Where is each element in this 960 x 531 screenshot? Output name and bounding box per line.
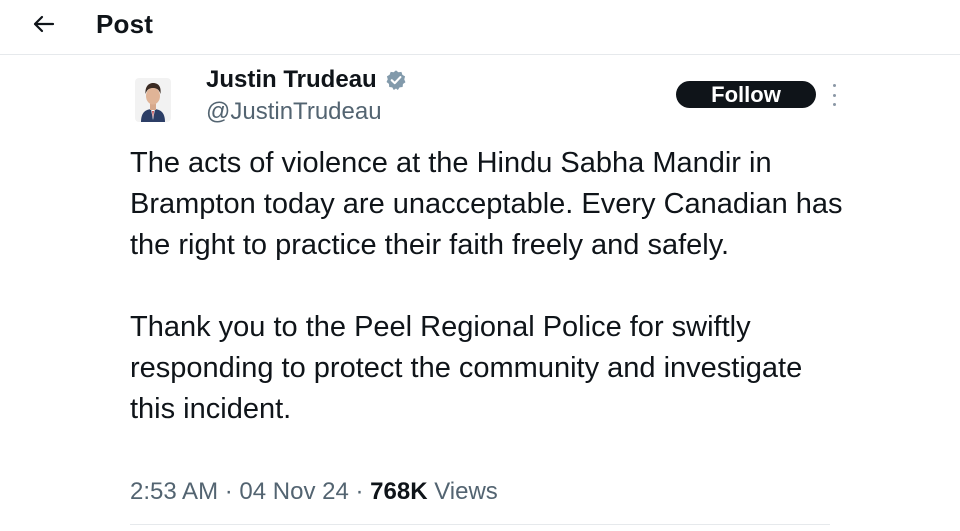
arrow-left-icon — [33, 15, 55, 33]
back-button[interactable] — [26, 6, 62, 42]
meta-separator: · — [224, 478, 233, 505]
tweet-text: The acts of violence at the Hindu Sabha … — [130, 143, 850, 430]
tweet-paragraph: Thank you to the Peel Regional Police fo… — [130, 311, 803, 425]
views-count[interactable]: 768K — [370, 478, 427, 505]
top-bar: Post — [0, 0, 960, 55]
author-name[interactable]: Justin Trudeau — [206, 66, 407, 94]
meta-separator: · — [355, 478, 364, 505]
divider — [130, 524, 830, 525]
author-handle[interactable]: @JustinTrudeau — [206, 98, 382, 126]
tweet-meta: 2:53 AM · 04 Nov 24 · 768K Views — [130, 478, 498, 506]
post-page: Post Justin Trudeau @JustinTrudeau Follo… — [0, 0, 960, 531]
tweet-date[interactable]: 04 Nov 24 — [239, 478, 348, 505]
views-label[interactable]: Views — [434, 478, 498, 505]
verified-badge-icon — [386, 70, 406, 90]
author-name-text: Justin Trudeau — [206, 66, 377, 93]
tweet-paragraph: The acts of violence at the Hindu Sabha … — [130, 147, 843, 261]
follow-button[interactable]: Follow — [676, 81, 816, 108]
tweet-time[interactable]: 2:53 AM — [130, 478, 218, 505]
more-vertical-icon[interactable] — [828, 84, 840, 106]
page-title: Post — [96, 9, 154, 39]
avatar[interactable] — [135, 78, 171, 122]
